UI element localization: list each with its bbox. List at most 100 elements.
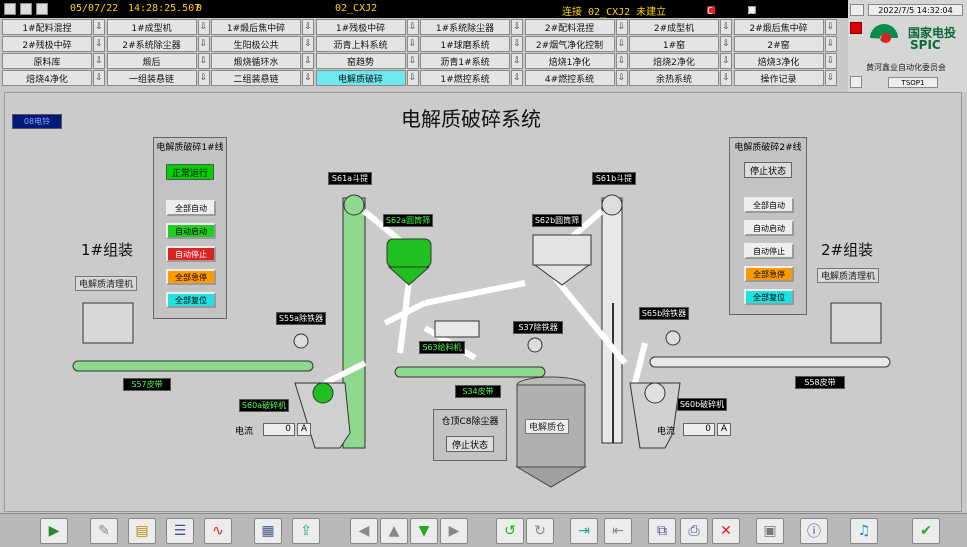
s55a-tag[interactable]: S55a除铁器: [276, 312, 326, 325]
tools-icon[interactable]: ✎: [90, 518, 118, 544]
nav-button-0-0[interactable]: 1#配料混捏: [2, 19, 92, 35]
s62b-tag[interactable]: S62b圆筒筛: [532, 214, 582, 227]
redo-icon[interactable]: ↻: [526, 518, 554, 544]
export-icon[interactable]: ⇪: [292, 518, 320, 544]
clock-icon[interactable]: [850, 4, 864, 16]
nav-button-2-7[interactable]: 焙烧3净化: [733, 53, 824, 69]
nav-arrow-icon[interactable]: ⇩: [197, 36, 210, 52]
doc-icon[interactable]: ▦: [254, 518, 282, 544]
arrow-right-icon[interactable]: ▶: [440, 518, 468, 544]
nav-button-1-6[interactable]: 1#窑: [629, 36, 719, 52]
arrow-up-icon[interactable]: ▲: [380, 518, 408, 544]
nav-button-2-1[interactable]: 煅后: [106, 53, 197, 69]
nav-arrow-icon[interactable]: ⇩: [406, 36, 419, 52]
nav-button-2-2[interactable]: 煅烧循环水: [211, 53, 301, 69]
list-icon[interactable]: ☰: [166, 518, 194, 544]
line1-estop-button[interactable]: 全部急停: [166, 269, 216, 285]
s61b-tag[interactable]: S61b斗提: [592, 172, 636, 185]
nav-button-2-0[interactable]: 原料库: [2, 53, 92, 69]
monitor-icon[interactable]: ▣: [756, 518, 784, 544]
s60b-tag[interactable]: S60b破碎机: [677, 398, 727, 411]
nav-button-1-2[interactable]: 生阳极公共: [211, 36, 301, 52]
trend-icon[interactable]: ∿: [204, 518, 232, 544]
pin-icon[interactable]: [20, 3, 32, 15]
nav-arrow-icon[interactable]: ⇩: [302, 53, 314, 69]
s62a-tag[interactable]: S62a圆筒筛: [383, 214, 433, 227]
cleaner1-label[interactable]: 电解质清理机: [75, 276, 138, 291]
delete-icon[interactable]: ✕: [712, 518, 740, 544]
line1-reset-button[interactable]: 全部复位: [166, 292, 216, 308]
nav-button-0-4[interactable]: 1#系统除尘器: [420, 19, 510, 35]
nav-button-3-4[interactable]: 1#燃控系统: [420, 70, 510, 86]
print-icon[interactable]: ⎙: [680, 518, 708, 544]
nav-button-0-1[interactable]: 1#成型机: [106, 19, 197, 35]
nav-arrow-icon[interactable]: ⇩: [615, 53, 628, 69]
line2-reset-button[interactable]: 全部复位: [744, 289, 794, 305]
s57-tag[interactable]: S57皮带: [123, 378, 171, 391]
nav-arrow-icon[interactable]: ⇩: [197, 53, 210, 69]
nav-button-0-5[interactable]: 2#配料混捏: [524, 19, 615, 35]
nav-button-1-5[interactable]: 2#烟气净化控制: [524, 36, 615, 52]
nav-arrow-icon[interactable]: ⇩: [615, 70, 628, 86]
nav-arrow-icon[interactable]: ⇩: [406, 70, 419, 86]
nav-button-1-4[interactable]: 1#球磨系统: [420, 36, 510, 52]
nav-arrow-icon[interactable]: ⇩: [197, 19, 210, 35]
nav-button-2-6[interactable]: 焙烧2净化: [629, 53, 719, 69]
nav-arrow-icon[interactable]: ⇩: [511, 19, 523, 35]
settings-icon[interactable]: [36, 3, 48, 15]
nav-button-0-3[interactable]: 1#残极中碎: [315, 19, 406, 35]
nav-arrow-icon[interactable]: ⇩: [302, 70, 314, 86]
line2-auto-start-button[interactable]: 自动启动: [744, 220, 794, 236]
nav-button-3-3[interactable]: 电解质破碎: [315, 70, 406, 86]
nav-arrow-icon[interactable]: ⇩: [824, 53, 837, 69]
s65b-tag[interactable]: S65b除铁器: [639, 307, 689, 320]
s60a-tag[interactable]: S60a破碎机: [239, 399, 289, 412]
nav-button-3-2[interactable]: 二组装悬链: [211, 70, 301, 86]
sound-icon[interactable]: ♫: [850, 518, 878, 544]
info-icon[interactable]: ⓘ: [800, 518, 828, 544]
nav-button-1-7[interactable]: 2#窑: [733, 36, 824, 52]
nav-button-1-3[interactable]: 沥青上料系统: [315, 36, 406, 52]
undo-icon[interactable]: ↺: [496, 518, 524, 544]
copy-icon[interactable]: ⧉: [648, 518, 676, 544]
nav-arrow-icon[interactable]: ⇩: [93, 70, 105, 86]
line1-all-auto-button[interactable]: 全部自动: [166, 200, 216, 216]
nav-arrow-icon[interactable]: ⇩: [720, 70, 732, 86]
line2-auto-stop-button[interactable]: 自动停止: [744, 243, 794, 259]
nav-button-0-6[interactable]: 2#成型机: [629, 19, 719, 35]
check-icon[interactable]: ✔: [912, 518, 940, 544]
nav-button-3-5[interactable]: 4#燃控系统: [524, 70, 615, 86]
nav-arrow-icon[interactable]: ⇩: [511, 70, 523, 86]
nav-arrow-icon[interactable]: ⇩: [197, 70, 210, 86]
nav-button-3-6[interactable]: 余热系统: [629, 70, 719, 86]
line1-auto-stop-button[interactable]: 自动停止: [166, 246, 216, 262]
nav-arrow-icon[interactable]: ⇩: [824, 19, 837, 35]
nav-arrow-icon[interactable]: ⇩: [93, 53, 105, 69]
nav-button-0-2[interactable]: 1#煅后焦中碎: [211, 19, 301, 35]
nav-arrow-icon[interactable]: ⇩: [720, 36, 732, 52]
report-icon[interactable]: ▤: [128, 518, 156, 544]
nav-button-0-7[interactable]: 2#煅后焦中碎: [733, 19, 824, 35]
silo-label[interactable]: 电解质仓: [525, 419, 570, 434]
nav-arrow-icon[interactable]: ⇩: [720, 19, 732, 35]
alarm-icon[interactable]: [850, 22, 862, 34]
nav-button-3-1[interactable]: 一组装悬链: [106, 70, 197, 86]
nav-arrow-icon[interactable]: ⇩: [511, 53, 523, 69]
nav-arrow-icon[interactable]: ⇩: [93, 36, 105, 52]
nav-button-1-0[interactable]: 2#残极中碎: [2, 36, 92, 52]
s37-tag[interactable]: S37除铁器: [513, 321, 563, 334]
nav-button-3-0[interactable]: 焙烧4净化: [2, 70, 92, 86]
s63-tag[interactable]: S63给料机: [419, 341, 465, 354]
nav-arrow-icon[interactable]: ⇩: [302, 19, 314, 35]
arrow-down-icon[interactable]: ▼: [410, 518, 438, 544]
line2-estop-button[interactable]: 全部急停: [744, 266, 794, 282]
nav-button-1-1[interactable]: 2#系统除尘器: [106, 36, 197, 52]
play-icon[interactable]: ▶: [40, 518, 68, 544]
nav-arrow-icon[interactable]: ⇩: [824, 36, 837, 52]
user-icon[interactable]: [850, 76, 862, 88]
nav-arrow-icon[interactable]: ⇩: [93, 19, 105, 35]
line2-all-auto-button[interactable]: 全部自动: [744, 197, 794, 213]
nav-button-3-7[interactable]: 操作记录: [733, 70, 824, 86]
nav-arrow-icon[interactable]: ⇩: [824, 70, 837, 86]
s61a-tag[interactable]: S61a斗提: [328, 172, 372, 185]
